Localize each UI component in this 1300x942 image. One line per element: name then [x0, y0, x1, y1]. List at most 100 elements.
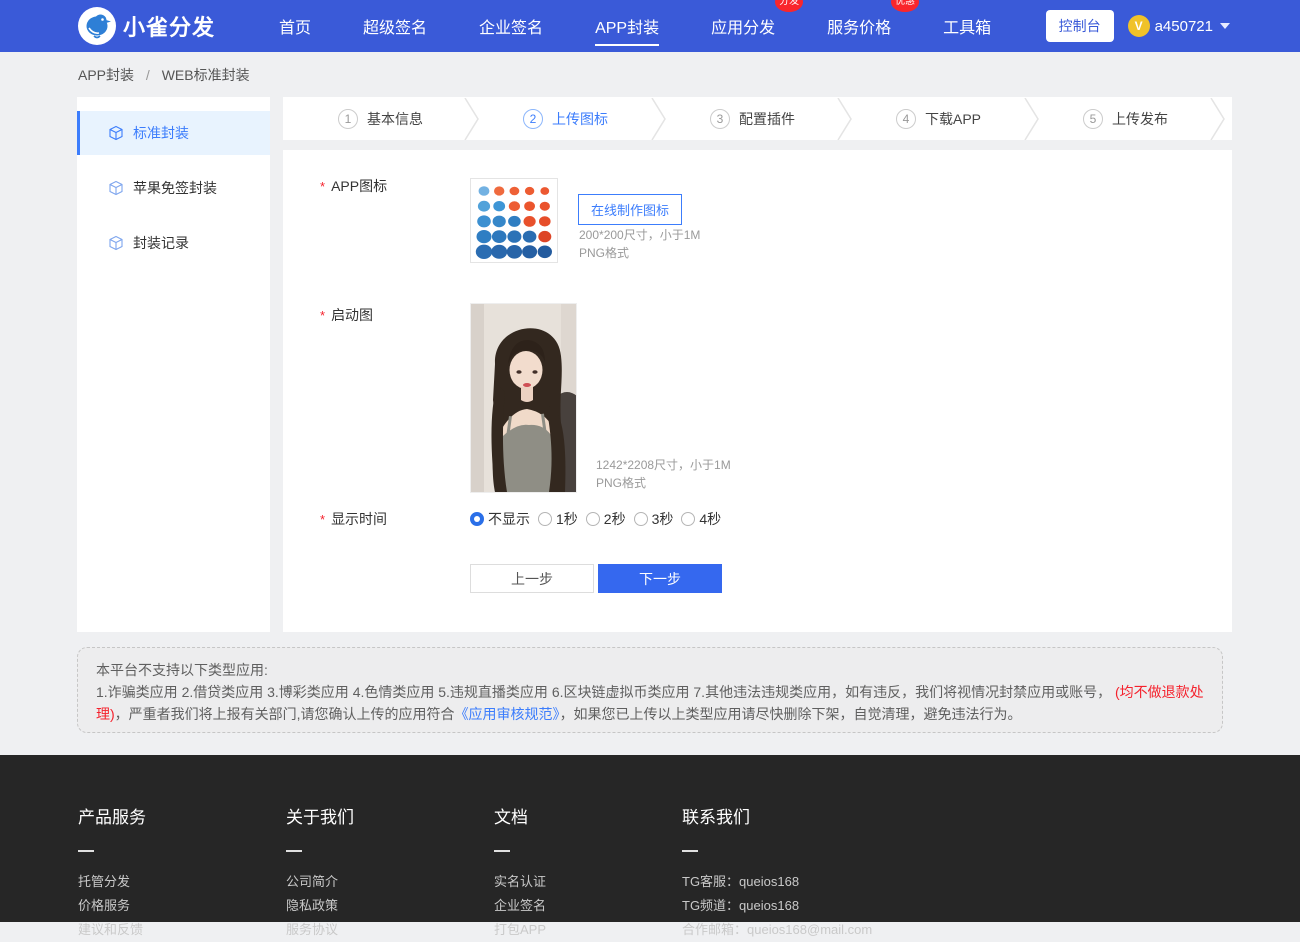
launch-image-preview[interactable] [470, 303, 577, 493]
radio-no-display[interactable]: 不显示 [470, 509, 530, 529]
discount-badge: 优惠 [891, 0, 919, 12]
step-wizard: 1 基本信息 2 上传图标 3 配置插件 4 下载APP 5 上传发布 [283, 97, 1232, 140]
sidebar-item-label: 封装记录 [133, 233, 189, 253]
step-separator-icon [651, 98, 667, 140]
nav-item-pricing[interactable]: 服务价格 优惠 [825, 0, 893, 52]
user-menu[interactable]: V a450721 [1128, 15, 1230, 37]
footer-dash [78, 850, 94, 852]
main-nav: 首页 超级签名 企业签名 APP封装 应用分发 分发 服务价格 优惠 工具箱 [277, 0, 993, 52]
footer-link[interactable]: 隐私政策 [286, 894, 354, 918]
step-separator-icon [464, 98, 480, 140]
sidebar: 标准封装 苹果免签封装 封装记录 [77, 97, 270, 632]
dot-grid-icon [471, 179, 557, 262]
portrait-photo [471, 304, 576, 492]
footer-col-title: 文档 [494, 803, 546, 828]
step-5-upload-publish: 5 上传发布 [1083, 97, 1168, 140]
radio-icon [586, 512, 600, 526]
nav-item-label: 应用分发 [711, 20, 775, 37]
step-1-basic-info: 1 基本信息 [338, 97, 423, 140]
footer-link[interactable]: 实名认证 [494, 870, 546, 894]
footer-col-title: 产品服务 [78, 803, 146, 828]
footer-link[interactable]: 价格服务 [78, 894, 146, 918]
footer-link[interactable]: 企业签名 [494, 894, 546, 918]
navbar-right: 控制台 V a450721 [1046, 10, 1230, 42]
step-3-configure-plugin: 3 配置插件 [710, 97, 795, 140]
radio-icon [634, 512, 648, 526]
required-asterisk: * [320, 512, 325, 527]
policy-notice: 本平台不支持以下类型应用: 1.诈骗类应用 2.借贷类应用 3.博彩类应用 4.… [77, 647, 1223, 733]
required-asterisk: * [320, 179, 325, 194]
footer-dash [286, 850, 302, 852]
radio-3s[interactable]: 3秒 [634, 509, 674, 529]
nav-item-toolbox[interactable]: 工具箱 [941, 0, 993, 52]
radio-4s[interactable]: 4秒 [681, 509, 721, 529]
step-label: 配置插件 [739, 109, 795, 129]
make-icon-online-button[interactable]: 在线制作图标 [578, 194, 682, 225]
sidebar-item-package-records[interactable]: 封装记录 [77, 221, 270, 265]
nav-item-app-package[interactable]: APP封装 [593, 0, 661, 52]
user-avatar: V [1128, 15, 1150, 37]
footer-link[interactable]: 公司简介 [286, 870, 354, 894]
prev-step-button[interactable]: 上一步 [470, 564, 594, 593]
brand-logo[interactable]: 小雀分发 [78, 7, 215, 45]
display-time-radio-group: 不显示 1秒 2秒 3秒 4秒 [470, 509, 729, 529]
sidebar-item-label: 苹果免签封装 [133, 178, 217, 198]
display-time-label: *显示时间 [320, 509, 387, 529]
step-2-upload-icon: 2 上传图标 [523, 97, 608, 140]
footer-col-about: 关于我们 公司简介 隐私政策 服务协议 [286, 755, 354, 942]
distribute-badge: 分发 [775, 0, 803, 12]
app-icon-label: *APP图标 [320, 176, 387, 196]
footer-col-title: 关于我们 [286, 803, 354, 828]
breadcrumb: APP封装 / WEB标准封装 [78, 65, 250, 85]
cube-icon [108, 125, 124, 141]
nav-item-home[interactable]: 首页 [277, 0, 313, 52]
step-number: 4 [896, 109, 916, 129]
radio-icon [681, 512, 695, 526]
footer-dash [494, 850, 510, 852]
launch-image-label: *启动图 [320, 305, 373, 325]
radio-icon [538, 512, 552, 526]
step-4-download-app: 4 下载APP [896, 97, 981, 140]
footer-contact-tg-support: TG客服：queios168 [682, 870, 872, 894]
nav-item-label: 服务价格 [827, 20, 891, 37]
next-step-button[interactable]: 下一步 [598, 564, 722, 593]
breadcrumb-separator: / [146, 67, 150, 83]
footer-link[interactable]: 托管分发 [78, 870, 146, 894]
sidebar-item-label: 标准封装 [133, 123, 189, 143]
radio-1s[interactable]: 1秒 [538, 509, 578, 529]
step-label: 上传图标 [552, 109, 608, 129]
chevron-down-icon [1220, 23, 1230, 29]
footer-contact-tg-channel: TG频道：queios168 [682, 894, 872, 918]
nav-item-super-sign[interactable]: 超级签名 [361, 0, 429, 52]
nav-item-enterprise-sign[interactable]: 企业签名 [477, 0, 545, 52]
step-number: 2 [523, 109, 543, 129]
breadcrumb-app-package[interactable]: APP封装 [78, 67, 134, 83]
app-icon-preview[interactable] [470, 178, 558, 263]
brand-name: 小雀分发 [123, 10, 215, 42]
radio-2s[interactable]: 2秒 [586, 509, 626, 529]
notice-body: 1.诈骗类应用 2.借贷类应用 3.博彩类应用 4.色情类应用 5.违规直播类应… [96, 681, 1204, 725]
app-icon-size-hint: 200*200尺寸，小于1M PNG格式 [579, 226, 700, 262]
footer-col-title: 联系我们 [682, 803, 872, 828]
footer-col-contact: 联系我们 TG客服：queios168 TG频道：queios168 合作邮箱：… [682, 755, 872, 942]
upload-icon-form: *APP图标 在线制作图标 200*200尺寸，小于1M PNG格式 *启动图 [283, 150, 1232, 632]
breadcrumb-current: WEB标准封装 [162, 67, 250, 83]
username: a450721 [1155, 18, 1213, 35]
top-navbar: 小雀分发 首页 超级签名 企业签名 APP封装 应用分发 分发 服务价格 优惠 … [0, 0, 1300, 52]
cube-icon [108, 235, 124, 251]
step-number: 5 [1083, 109, 1103, 129]
step-label: 上传发布 [1112, 109, 1168, 129]
footer: 产品服务 托管分发 价格服务 建议和反馈 关于我们 公司简介 隐私政策 服务协议… [0, 755, 1300, 922]
step-label: 下载APP [925, 109, 981, 129]
step-separator-icon [1210, 98, 1226, 140]
nav-item-app-distribute[interactable]: 应用分发 分发 [709, 0, 777, 52]
footer-col-products: 产品服务 托管分发 价格服务 建议和反馈 [78, 755, 146, 942]
sidebar-item-standard-package[interactable]: 标准封装 [77, 111, 270, 155]
review-spec-link[interactable]: 《应用审核规范》 [455, 706, 560, 722]
step-label: 基本信息 [367, 109, 423, 129]
footer-dash [682, 850, 698, 852]
required-asterisk: * [320, 308, 325, 323]
sidebar-item-apple-free-sign[interactable]: 苹果免签封装 [77, 166, 270, 210]
console-button[interactable]: 控制台 [1046, 10, 1114, 42]
sparrow-logo-icon [78, 7, 116, 45]
